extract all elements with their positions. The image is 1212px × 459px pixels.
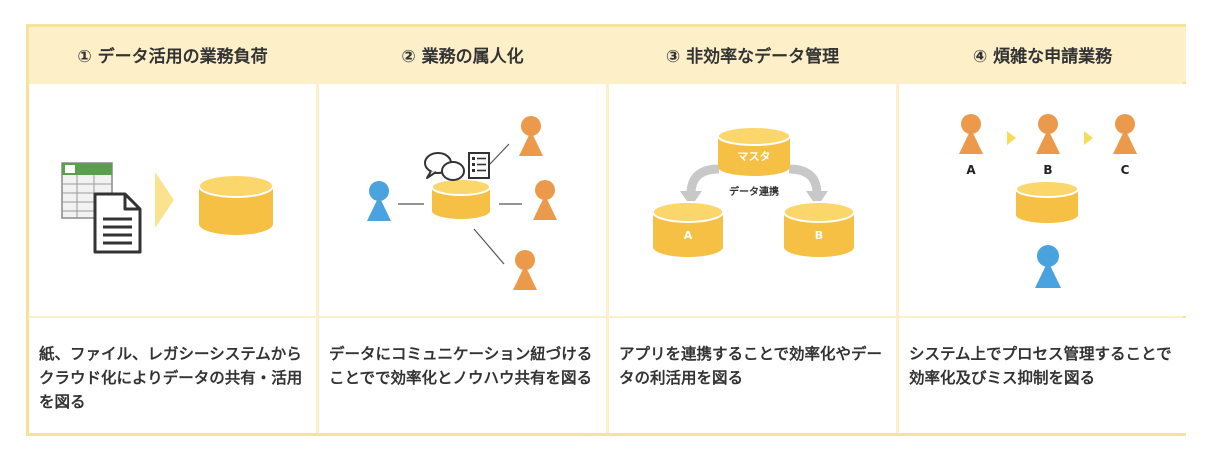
chat-bubbles-icon — [424, 152, 465, 181]
db-b-label: B — [815, 229, 823, 242]
person-icon — [519, 116, 543, 156]
column-title: ② 業務の属人化 — [319, 27, 606, 82]
database-icon: マスタ — [717, 126, 791, 176]
checklist-icon — [468, 152, 490, 179]
person-icon — [367, 181, 391, 221]
column-title: ③ 非効率なデータ管理 — [609, 27, 896, 82]
column-description: アプリを連携することで効率化やデータの利活用を図る — [609, 318, 896, 433]
database-icon — [431, 178, 491, 219]
column-personalization: ② 業務の属人化 データにコミュニケーション紐づけることでで効率化とノウハウ共有… — [319, 27, 606, 433]
column-illustration: A B C — [899, 84, 1186, 316]
column-title: ① データ活用の業務負荷 — [29, 27, 316, 82]
master-label: マスタ — [738, 150, 771, 163]
document-icon — [93, 192, 142, 254]
person-icon — [1036, 114, 1060, 154]
step-a-label: A — [966, 163, 976, 177]
database-icon — [198, 174, 274, 235]
database-icon: B — [783, 201, 855, 257]
person-icon — [1035, 245, 1061, 288]
column-description: システム上でプロセス管理することで効率化及びミス抑制を図る — [899, 318, 1186, 433]
column-description: データにコミュニケーション紐づけることでで効率化とノウハウ共有を図る — [319, 318, 606, 433]
column-data-management: ③ 非効率なデータ管理 マスタ データ連携 A B アプリを連携することで効率化… — [609, 27, 896, 433]
arrow-right-curve-icon — [788, 164, 822, 195]
column-description: 紙、ファイル、レガシーシステムからクラウド化によりデータの共有・活用を図る — [29, 318, 316, 433]
person-icon — [959, 114, 983, 154]
database-icon — [1015, 180, 1079, 223]
step-b-label: B — [1043, 163, 1052, 177]
column-illustration: マスタ データ連携 A B — [609, 84, 896, 316]
column-application-process: ④ 煩雑な申請業務 A B C システム上でプロセス管理することで効率化及びミス… — [899, 27, 1186, 433]
challenges-panel: ① データ活用の業務負荷 紙、ファイル、レガシーシステムからクラウド化によりデー… — [26, 24, 1186, 436]
step-c-label: C — [1121, 163, 1130, 177]
column-illustration — [29, 84, 316, 316]
data-link-label: データ連携 — [729, 185, 779, 198]
person-icon — [533, 180, 557, 220]
arrow-right-icon — [155, 172, 174, 228]
arrow-left-curve-icon — [686, 164, 720, 195]
database-icon: A — [652, 201, 724, 257]
arrow-right-icon — [1084, 131, 1093, 145]
person-icon — [513, 250, 537, 290]
column-data-usage: ① データ活用の業務負荷 紙、ファイル、レガシーシステムからクラウド化によりデー… — [29, 27, 316, 433]
column-illustration — [319, 84, 606, 316]
arrow-right-icon — [1007, 131, 1016, 145]
column-title: ④ 煩雑な申請業務 — [899, 27, 1186, 82]
db-a-label: A — [684, 229, 693, 242]
person-icon — [1113, 114, 1137, 154]
